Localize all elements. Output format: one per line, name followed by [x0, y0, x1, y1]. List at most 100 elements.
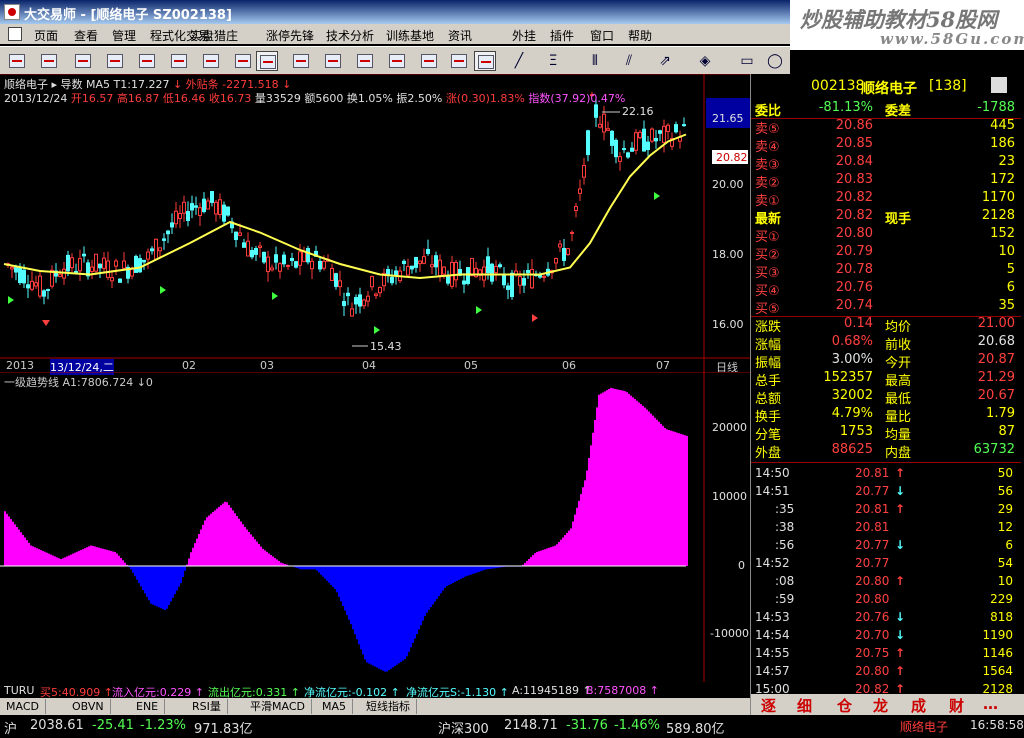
period-15min-icon[interactable]	[72, 51, 94, 71]
quote-tab[interactable]: …	[983, 695, 998, 713]
menu-chart[interactable]: 管理	[112, 27, 136, 44]
draw-bars-icon[interactable]: ⫴	[580, 51, 610, 71]
period-month-icon[interactable]	[290, 51, 312, 71]
draw-pointer-icon[interactable]	[474, 51, 496, 71]
candle-body	[426, 248, 430, 255]
draw-fibonacci-icon[interactable]: Ξ	[538, 51, 568, 71]
candle-body	[26, 284, 30, 289]
candle-body	[470, 257, 474, 277]
ask-price: 20.86	[835, 118, 873, 133]
legend-item: A:11945189 ↑	[512, 684, 592, 697]
bid-row: 买⑤ 20.74 35	[751, 298, 1019, 317]
period-daily-selected-icon[interactable]	[256, 51, 278, 71]
menu-page[interactable]: 页面	[34, 27, 58, 44]
tick-price: 20.80	[855, 592, 890, 606]
tab-obvn[interactable]: OBVN	[66, 699, 111, 714]
menu-plugin-ext[interactable]: 插件	[550, 27, 574, 44]
tick-time: 14:53	[755, 610, 790, 624]
draw-arrows-icon[interactable]: ⇗	[650, 51, 680, 71]
stat-row: 涨跌 0.14 均价 21.00	[751, 316, 1019, 335]
period-custom-icon[interactable]	[418, 51, 440, 71]
bid-price: 20.78	[835, 262, 873, 277]
quote-tab[interactable]: 细	[797, 695, 812, 716]
ma5-line	[3, 133, 687, 280]
candle-body	[270, 267, 274, 271]
menu-program-trade[interactable]: 实盘猎庄	[190, 27, 238, 44]
tick-row: 14:53 20.76 ↓ 818	[751, 609, 1019, 627]
stat-value: 20.87	[977, 352, 1015, 367]
menu-plugins[interactable]: 窗口	[590, 27, 614, 44]
candle-body	[266, 256, 270, 273]
period-60min-icon[interactable]	[136, 51, 158, 71]
price-axis: 21.65 20.00 18.00 16.00	[712, 112, 744, 331]
tab-smooth-macd[interactable]: 平滑MACD	[244, 699, 312, 714]
up-arrow-icon: ↑	[895, 646, 906, 660]
menu-view[interactable]: 查看	[74, 27, 98, 44]
quote-tab[interactable]: 成	[911, 695, 926, 716]
sh-index-value: 2038.61	[30, 718, 84, 733]
period-5min-icon[interactable]	[38, 51, 60, 71]
trend-indicator-chart[interactable]: 20000 10000 0 -10000	[0, 372, 750, 682]
candle-body	[22, 269, 26, 284]
draw-diamond-icon[interactable]: ◈	[690, 51, 720, 71]
tick-row: 14:51 20.77 ↓ 56	[751, 483, 1019, 501]
stat-label: 总手	[755, 374, 782, 389]
switch-icon[interactable]	[991, 77, 1007, 93]
tab-macd[interactable]: MACD	[0, 699, 46, 714]
menu-window[interactable]: 帮助	[628, 27, 652, 44]
candle-body	[158, 247, 162, 252]
candle-body	[246, 240, 250, 257]
legend-item: TURU	[4, 684, 35, 697]
sell-signal-icon	[532, 314, 538, 322]
period-quarter-icon[interactable]	[322, 51, 344, 71]
tab-short-indicator[interactable]: 短线指标	[360, 699, 417, 714]
candle-body	[250, 249, 254, 258]
menu-limitup[interactable]: 技术分析	[326, 27, 374, 44]
period-120min-icon[interactable]	[168, 51, 190, 71]
sub-tick-label: 10000	[712, 490, 747, 503]
quote-tab[interactable]: 财	[949, 695, 964, 716]
period-multi-icon[interactable]	[386, 51, 408, 71]
period-year-icon[interactable]	[354, 51, 376, 71]
candle-body	[446, 275, 450, 284]
quote-tab[interactable]: 逐	[761, 695, 776, 716]
menu-news[interactable]: 外挂	[512, 27, 536, 44]
stat-value: 1.79	[986, 406, 1015, 421]
tab-ene[interactable]: ENE	[130, 699, 166, 714]
stat-value: 4.79%	[831, 406, 873, 421]
stat-label: 量比	[885, 410, 912, 425]
menu-training[interactable]: 资讯	[448, 27, 472, 44]
tick-volume: 50	[997, 466, 1013, 480]
period-day-icon[interactable]	[200, 51, 222, 71]
quote-tab[interactable]: 龙	[873, 695, 888, 716]
quote-tab[interactable]: 仓	[837, 695, 852, 716]
stat-row: 分笔 1753 均量 87	[751, 424, 1019, 443]
stat-value: 1753	[839, 424, 873, 439]
candle-body	[554, 257, 558, 264]
tab-rsi[interactable]: RSI量	[186, 699, 228, 714]
stat-label: 总额	[755, 392, 782, 407]
candle-body	[342, 301, 346, 307]
draw-parallel-icon[interactable]: ⫽	[614, 51, 644, 71]
sub-tick-label: 0	[738, 559, 745, 572]
candle-body	[218, 199, 222, 216]
tab-ma5[interactable]: MA5	[316, 699, 354, 714]
period-tick-icon[interactable]	[448, 51, 470, 71]
stat-row: 换手 4.79% 量比 1.79	[751, 406, 1019, 425]
status-stock: 顺络电子	[900, 720, 949, 734]
draw-line-icon[interactable]: ╱	[504, 51, 534, 71]
tick-volume: 229	[990, 592, 1013, 606]
price-chart[interactable]: 21.65 20.00 18.00 16.00 20.82 22.16 15.4…	[0, 74, 750, 373]
period-30min-icon[interactable]	[104, 51, 126, 71]
candle-body	[598, 123, 602, 128]
bid-row: 买① 20.80 152	[751, 226, 1019, 245]
period-1min-icon[interactable]	[6, 51, 28, 71]
menu-analysis[interactable]: 训练基地	[386, 27, 434, 44]
draw-rect-icon[interactable]: ▭	[732, 51, 762, 71]
tick-price: 20.76	[855, 610, 890, 624]
ask-volume: 186	[990, 136, 1015, 151]
period-week-icon[interactable]	[232, 51, 254, 71]
draw-ellipse-icon[interactable]: ◯	[760, 51, 790, 71]
menu-hunt[interactable]: 涨停先锋	[266, 27, 314, 44]
stat-value: 21.00	[977, 316, 1015, 331]
